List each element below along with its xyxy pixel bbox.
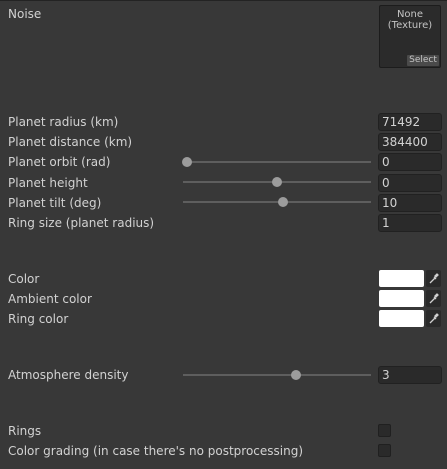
color-label: Color — [8, 272, 40, 286]
planet-radius-label: Planet radius (km) — [8, 115, 119, 129]
ring-size-label: Ring size (planet radius) — [8, 216, 155, 230]
panel-top-border — [0, 0, 447, 1]
atmosphere-density-slider-track[interactable] — [183, 374, 371, 376]
color-swatch[interactable] — [379, 270, 424, 287]
ring-color-label: Ring color — [8, 312, 69, 326]
rings-checkbox[interactable] — [378, 424, 391, 437]
planet-distance-label: Planet distance (km) — [8, 135, 133, 149]
noise-texture-field[interactable]: None (Texture) Select — [379, 5, 441, 68]
eyedropper-icon[interactable] — [426, 270, 441, 287]
atmosphere-density-slider-thumb[interactable] — [290, 370, 301, 380]
texture-name: None — [396, 9, 424, 20]
color-grading-checkbox[interactable] — [378, 444, 391, 457]
planet-distance-field[interactable]: 384400 — [378, 133, 442, 151]
texture-select-button[interactable]: Select — [407, 55, 439, 66]
atmosphere-density-field[interactable]: 3 — [378, 366, 442, 384]
noise-label: Noise — [8, 7, 42, 21]
planet-orbit-label: Planet orbit (rad) — [8, 155, 111, 169]
planet-tilt-label: Planet tilt (deg) — [8, 196, 102, 210]
eyedropper-icon[interactable] — [426, 290, 441, 307]
atmosphere-density-label: Atmosphere density — [8, 368, 129, 382]
planet-orbit-slider-thumb[interactable] — [181, 157, 192, 167]
planet-height-label: Planet height — [8, 176, 88, 190]
color-grading-label: Color grading (in case there's no postpr… — [8, 444, 304, 458]
planet-orbit-field[interactable]: 0 — [378, 153, 442, 171]
texture-type: (Texture) — [387, 20, 433, 31]
ambient-color-swatch[interactable] — [379, 290, 424, 307]
eyedropper-icon[interactable] — [426, 310, 441, 327]
planet-orbit-slider-track[interactable] — [183, 161, 371, 163]
ring-color-swatch[interactable] — [379, 310, 424, 327]
rings-label: Rings — [8, 424, 42, 438]
planet-height-field[interactable]: 0 — [378, 174, 442, 192]
planet-height-slider-thumb[interactable] — [272, 177, 282, 187]
planet-radius-field[interactable]: 71492 — [378, 113, 442, 131]
planet-tilt-field[interactable]: 10 — [378, 194, 442, 212]
planet-tilt-slider-thumb[interactable] — [277, 197, 288, 207]
ring-size-field[interactable]: 1 — [378, 214, 442, 232]
ambient-color-label: Ambient color — [8, 292, 92, 306]
